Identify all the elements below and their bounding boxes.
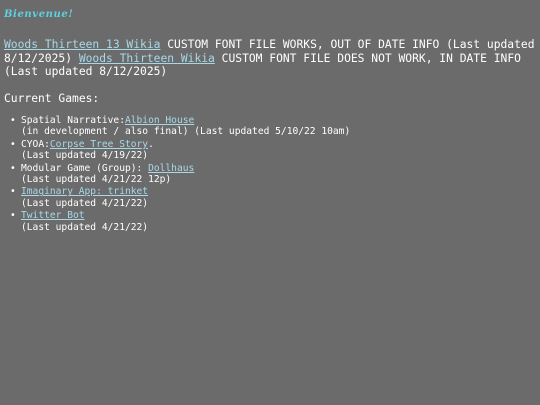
twitter-bot-link[interactable]: Twitter Bot [21, 210, 85, 221]
bullet-icon: • [10, 210, 16, 222]
bullet-icon: • [10, 115, 16, 126]
list-item-prefix: CYOA: [21, 138, 50, 150]
page-title: Bienvenue! [4, 9, 74, 20]
page-content: Bienvenue! Woods Thirteen 13 Wikia CUSTO… [4, 8, 536, 234]
list-item-prefix: Modular Game (Group): [21, 162, 149, 174]
list-item-albion-house: • Spatial Narrative:Albion House (in deve… [10, 115, 536, 138]
albion-house-link[interactable]: Albion House [125, 115, 194, 126]
list-item-imaginary-app: • Imaginary App: trinket (Last updated 4/… [10, 186, 536, 209]
list-item-suffix: . [148, 138, 154, 150]
list-item-detail: (Last updated 4/21/22) [21, 197, 149, 209]
list-item-detail: (Last updated 4/21/22) [21, 221, 149, 233]
list-item-corpse-tree-story: • CYOA:Corpse Tree Story. (Last updated 4… [10, 139, 536, 162]
intro-paragraph: Woods Thirteen 13 Wikia CUSTOM FONT FILE… [4, 38, 536, 79]
woods-thirteen-13-wikia-link[interactable]: Woods Thirteen 13 Wikia [4, 38, 160, 51]
list-item-detail: (in development / also final) (Last upda… [21, 126, 351, 138]
list-item-dollhaus: • Modular Game (Group): Dollhaus (Last up… [10, 163, 536, 186]
list-item-prefix: Spatial Narrative: [21, 115, 125, 126]
corpse-tree-story-link[interactable]: Corpse Tree Story [50, 139, 148, 150]
list-item-twitter-bot: • Twitter Bot (Last updated 4/21/22) [10, 210, 536, 233]
list-item-detail: (Last updated 4/21/22 12p) [21, 174, 172, 186]
current-games-heading: Current Games: [4, 91, 100, 105]
woods-thirteen-wikia-link[interactable]: Woods Thirteen Wikia [79, 52, 215, 65]
imaginary-app-trinket-link[interactable]: Imaginary App: trinket [21, 186, 148, 197]
bullet-icon: • [10, 162, 16, 174]
games-list: • Spatial Narrative:Albion House (in deve… [4, 115, 536, 233]
bullet-icon: • [10, 186, 16, 198]
bullet-icon: • [10, 138, 16, 150]
list-item-detail: (Last updated 4/19/22) [21, 150, 149, 162]
dollhaus-link[interactable]: Dollhaus [148, 163, 194, 174]
